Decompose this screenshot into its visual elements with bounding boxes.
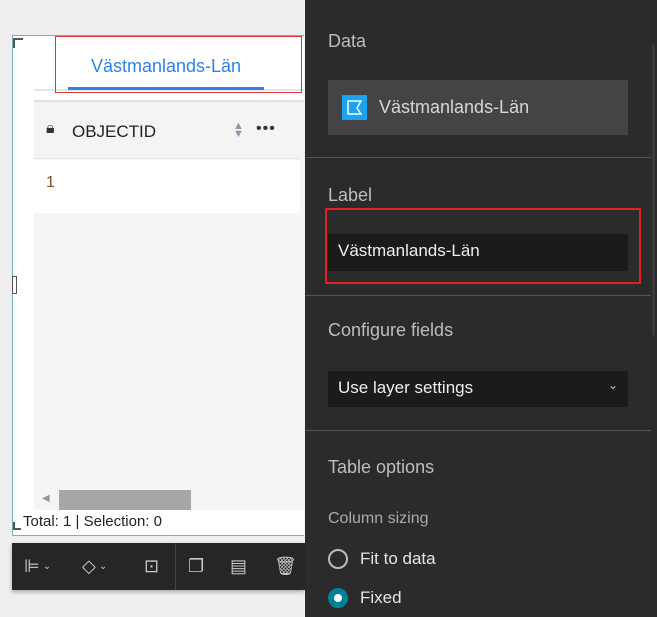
more-icon[interactable]: ••• xyxy=(256,120,276,138)
edit-note-icon[interactable]: ▤ xyxy=(230,553,247,579)
radio-fixed[interactable]: Fixed xyxy=(328,588,402,608)
sort-icon[interactable]: ▲ ▼ xyxy=(233,121,244,140)
select-value: Use layer settings xyxy=(338,378,474,397)
widget-canvas: Västmanlands-Län 🔒︎ OBJECTID ▲ ▼ ••• 1 ◀ … xyxy=(0,0,305,617)
lock-icon: 🔒︎ xyxy=(46,120,55,137)
polygon-layer-icon xyxy=(342,95,367,120)
resize-handle-top-left[interactable] xyxy=(13,38,23,48)
column-sizing-heading: Column sizing xyxy=(328,510,429,527)
table-row[interactable] xyxy=(34,160,300,213)
widget-toolbar: ⊫ ⌄ ◇ ⌄ ⊡ ❐ ▤ 🗑︎ xyxy=(12,543,305,590)
radio-label: Fit to data xyxy=(360,549,436,568)
radio-fit-to-data[interactable]: Fit to data xyxy=(328,549,436,569)
resize-handle-bottom-left[interactable] xyxy=(13,522,21,530)
status-footer: Total: 1 | Selection: 0 xyxy=(13,513,180,533)
chevron-down-icon: ⌄ xyxy=(607,378,618,392)
table-cell: 1 xyxy=(46,174,55,191)
radio-circle-selected[interactable] xyxy=(328,588,348,608)
scroll-left-icon[interactable]: ◀ xyxy=(42,493,50,504)
radio-label: Fixed xyxy=(360,588,402,607)
data-source-item[interactable]: Västmanlands-Län xyxy=(328,80,628,135)
data-source-label: Västmanlands-Län xyxy=(379,97,530,117)
table-options-heading: Table options xyxy=(328,457,435,477)
settings-panel: Data Västmanlands-Län Label Västmanlands… xyxy=(305,0,657,617)
resize-handle-left[interactable] xyxy=(12,276,17,294)
label-input[interactable]: Västmanlands-Län xyxy=(328,234,628,271)
layers-icon[interactable]: ◇ ⌄ xyxy=(82,553,107,579)
horizontal-scrollbar[interactable] xyxy=(59,490,191,510)
duplicate-icon[interactable]: ❐ xyxy=(188,553,204,579)
highlight-box xyxy=(55,36,302,93)
align-icon[interactable]: ⊫ ⌄ xyxy=(24,553,51,579)
configure-fields-heading: Configure fields xyxy=(328,320,454,340)
label-heading: Label xyxy=(328,185,373,205)
radio-circle[interactable] xyxy=(328,549,348,569)
data-heading: Data xyxy=(328,31,367,51)
configure-fields-select[interactable]: Use layer settings ⌄ xyxy=(328,371,628,407)
unlock-icon[interactable]: ⊡ xyxy=(144,553,159,579)
delete-icon[interactable]: 🗑︎ xyxy=(274,553,297,579)
panel-scrollbar[interactable] xyxy=(652,45,655,335)
column-header-objectid[interactable]: OBJECTID xyxy=(72,122,156,142)
